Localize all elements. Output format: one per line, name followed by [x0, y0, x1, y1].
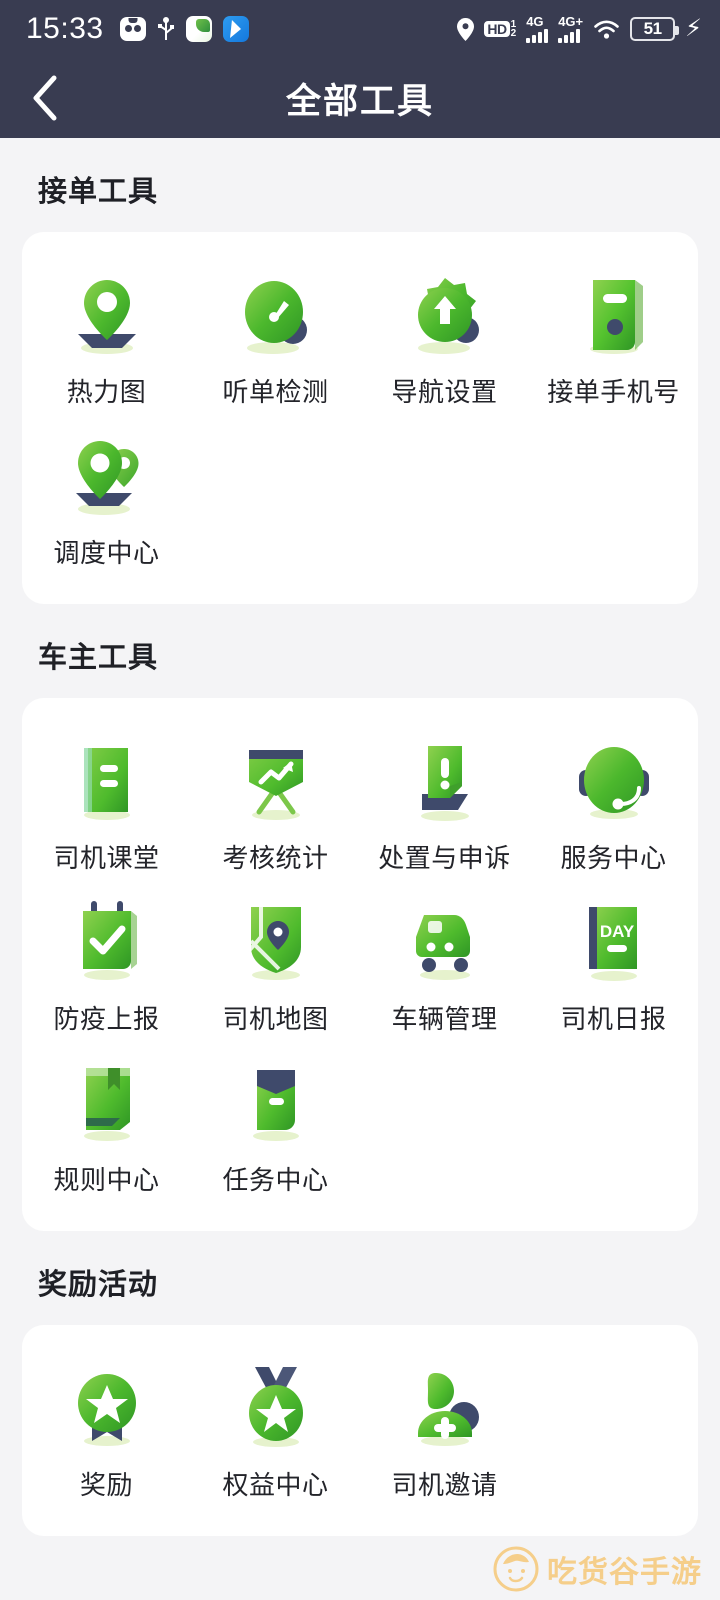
card-reward-activity: 奖励 权益中心 司机邀请 — [22, 1325, 698, 1536]
nav-bar: 全部工具 — [0, 58, 720, 138]
tool-label: 防疫上报 — [53, 1004, 160, 1034]
tool-tile-service-center[interactable]: 服务中心 — [529, 724, 698, 885]
tool-tile-order-phone[interactable]: 接单手机号 — [529, 258, 698, 419]
tool-tile-benefit-center[interactable]: 权益中心 — [191, 1351, 360, 1512]
chevron-left-icon — [33, 75, 57, 121]
signal-sim2-label: 4G+ — [558, 13, 584, 29]
rule-bookmark-book-icon — [64, 1060, 150, 1146]
page-title: 全部工具 — [285, 81, 434, 121]
grid-order-tools: 热力图 听单检测 导航设置 接单手机号 调度中心 — [22, 258, 698, 580]
headset-service-icon — [571, 738, 657, 824]
card-order-tools: 热力图 听单检测 导航设置 接单手机号 调度中心 — [22, 232, 698, 604]
card-owner-tools: 司机课堂 考核统计 处置与申诉 服务中心 防疫上报 司机地图 车辆管理 DAY … — [22, 698, 698, 1231]
section-title-reward-activity: 奖励活动 — [38, 1269, 159, 1301]
daily-report-badge-text: DAY — [599, 922, 634, 941]
dispatch-double-pin-icon — [64, 433, 150, 519]
usb-icon — [157, 16, 175, 42]
epidemic-checkmark-calendar-icon — [64, 899, 150, 985]
status-bar-notification-icons — [119, 16, 249, 42]
tool-label: 服务中心 — [560, 843, 667, 873]
battery-icon: 51 — [630, 17, 680, 41]
back-button[interactable] — [0, 58, 90, 138]
watermark-text: 吃货谷手游 — [547, 1556, 702, 1589]
signal-sim2-icon: 4G+ — [558, 13, 584, 43]
watermark: 吃货谷手游 — [493, 1546, 702, 1592]
vehicle-car-icon — [402, 899, 488, 985]
section-title-order-tools: 接单工具 — [38, 176, 159, 208]
medal-star-icon — [233, 1365, 319, 1451]
order-listening-gauge-icon — [233, 272, 319, 358]
section-title-owner-tools: 车主工具 — [38, 642, 159, 674]
tool-label: 热力图 — [66, 377, 147, 407]
green-app-icon — [185, 16, 212, 42]
tool-tile-driver-invite[interactable]: 司机邀请 — [360, 1351, 529, 1512]
lightning-bolt-icon: ⚡ — [685, 15, 702, 42]
tool-label: 接单手机号 — [547, 377, 680, 407]
tool-label: 奖励 — [79, 1470, 133, 1500]
tool-label: 司机地图 — [222, 1004, 329, 1034]
tool-label: 司机邀请 — [391, 1470, 498, 1500]
volte-hd-icon: HD 1 2 — [484, 20, 517, 39]
app-screen: 15:33 HD 1 2 4G 4G+ 51 ⚡ 全部工具 接单工具 热力图 听… — [0, 0, 720, 1600]
heatmap-pin-icon — [64, 272, 150, 358]
volte-sim2-label: 2 — [510, 28, 517, 39]
assessment-chart-icon — [233, 738, 319, 824]
tool-tile-appeal[interactable]: 处置与申诉 — [360, 724, 529, 885]
status-bar-system-icons: HD 1 2 4G 4G+ 51 ⚡ — [457, 13, 702, 43]
tool-tile-navigation-settings[interactable]: 导航设置 — [360, 258, 529, 419]
driver-map-icon — [233, 899, 319, 985]
face-logo-icon — [493, 1546, 539, 1592]
grid-owner-tools: 司机课堂 考核统计 处置与申诉 服务中心 防疫上报 司机地图 车辆管理 DAY … — [22, 724, 698, 1207]
tool-label: 任务中心 — [222, 1165, 329, 1195]
tool-tile-task-center[interactable]: 任务中心 — [191, 1046, 360, 1207]
tool-tile-order-listening[interactable]: 听单检测 — [191, 258, 360, 419]
tool-tile-assessment-stats[interactable]: 考核统计 — [191, 724, 360, 885]
tool-tile-daily-report[interactable]: DAY 司机日报 — [529, 885, 698, 1046]
task-envelope-book-icon — [233, 1060, 319, 1146]
wifi-icon — [593, 19, 620, 40]
tool-label: 导航设置 — [391, 377, 498, 407]
tool-label: 司机日报 — [560, 1004, 667, 1034]
tool-label: 听单检测 — [222, 377, 329, 407]
blue-app-icon — [222, 16, 249, 42]
volte-hd-label: HD — [484, 21, 510, 37]
signal-sim1-icon: 4G — [526, 13, 549, 43]
status-bar-clock: 15:33 — [26, 12, 104, 45]
driver-class-book-icon — [64, 738, 150, 824]
driver-invite-person-icon — [402, 1365, 488, 1451]
tool-label: 车辆管理 — [391, 1004, 498, 1034]
tool-label: 规则中心 — [53, 1165, 160, 1195]
tool-label: 调度中心 — [53, 538, 160, 568]
tool-tile-driver-class[interactable]: 司机课堂 — [22, 724, 191, 885]
tool-label: 司机课堂 — [53, 843, 160, 873]
daily-report-day-icon: DAY — [571, 899, 657, 985]
tools-content: 接单工具 热力图 听单检测 导航设置 接单手机号 调度中心 车主工具 司机课堂 … — [0, 168, 720, 1536]
tool-tile-reward[interactable]: 奖励 — [22, 1351, 191, 1512]
tool-tile-dispatch-center[interactable]: 调度中心 — [22, 419, 191, 580]
location-pin-icon — [457, 17, 475, 41]
grid-reward-activity: 奖励 权益中心 司机邀请 — [22, 1351, 698, 1512]
order-phone-icon — [571, 272, 657, 358]
tool-tile-empty-slot — [529, 1351, 698, 1512]
tool-label: 处置与申诉 — [378, 843, 511, 873]
status-bar: 15:33 HD 1 2 4G 4G+ 51 ⚡ — [0, 0, 720, 58]
tool-tile-driver-map[interactable]: 司机地图 — [191, 885, 360, 1046]
tool-tile-heatmap[interactable]: 热力图 — [22, 258, 191, 419]
tool-tile-vehicle-management[interactable]: 车辆管理 — [360, 885, 529, 1046]
navigation-gear-icon — [402, 272, 488, 358]
tool-tile-rule-center[interactable]: 规则中心 — [22, 1046, 191, 1207]
tool-label: 考核统计 — [222, 843, 329, 873]
game-app-icon — [119, 17, 146, 41]
tool-label: 权益中心 — [222, 1470, 329, 1500]
reward-ribbon-star-icon — [64, 1365, 150, 1451]
battery-level-label: 51 — [643, 19, 662, 38]
appeal-exclamation-icon — [402, 738, 488, 824]
tool-tile-epidemic-report[interactable]: 防疫上报 — [22, 885, 191, 1046]
signal-sim1-label: 4G — [526, 13, 544, 29]
